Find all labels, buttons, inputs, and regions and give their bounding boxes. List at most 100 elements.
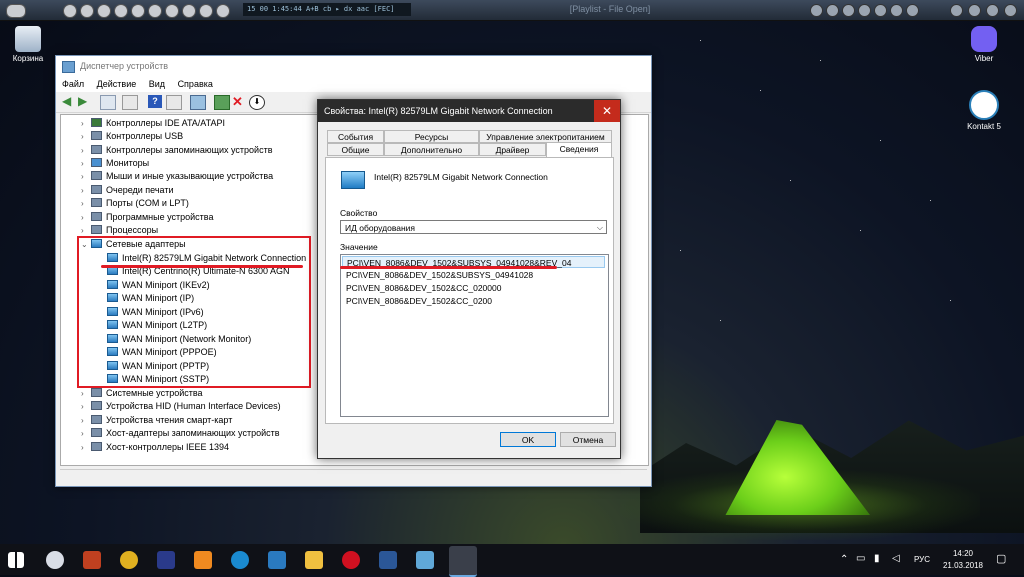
scan-hardware-icon[interactable] — [190, 95, 206, 110]
property-select[interactable]: ИД оборудования ⌵ — [340, 220, 607, 234]
power-icon[interactable]: ▮ — [874, 553, 880, 564]
dialog-titlebar[interactable]: Свойства: Intel(R) 82579LM Gigabit Netwo… — [318, 100, 620, 122]
pause-icon[interactable] — [858, 4, 871, 17]
taskbar-app-icon[interactable] — [231, 551, 249, 569]
value-list[interactable]: PCI\VEN_8086&DEV_1502&SUBSYS_04941028&RE… — [340, 254, 609, 417]
properties-icon[interactable] — [122, 95, 138, 110]
word-icon[interactable] — [379, 551, 397, 569]
taskbar-app-icon[interactable] — [157, 551, 175, 569]
tree-category-item[interactable]: › Системные устройства — [81, 387, 203, 400]
cancel-button[interactable]: Отмена — [560, 432, 616, 447]
device-manager-taskbar-button[interactable] — [449, 546, 477, 577]
chevron-right-icon[interactable]: › — [81, 117, 91, 130]
clock-time[interactable]: 14:20 — [946, 549, 980, 558]
tray-arrow-icon[interactable]: ⌃ — [840, 554, 848, 565]
list-item[interactable]: PCI\VEN_8086&DEV_1502&CC_020000 — [342, 282, 605, 294]
notifications-icon[interactable]: ▢ — [996, 552, 1006, 565]
chevron-right-icon[interactable]: › — [81, 387, 91, 400]
help-icon[interactable]: ? — [148, 95, 162, 108]
chevron-right-icon[interactable]: › — [81, 211, 91, 224]
list-item[interactable]: PCI\VEN_8086&DEV_1502&SUBSYS_04941028 — [342, 269, 605, 281]
clock-date[interactable]: 21.03.2018 — [938, 561, 988, 570]
tree-category-item[interactable]: › Устройства HID (Human Interface Devices… — [81, 400, 281, 413]
network-icon[interactable]: ▭ — [856, 553, 865, 564]
tab-resources[interactable]: Ресурсы — [384, 130, 479, 143]
update-driver-icon[interactable] — [214, 95, 230, 110]
tab-details[interactable]: Сведения — [546, 142, 612, 157]
player-button[interactable] — [63, 4, 77, 18]
desktop-icon-viber[interactable]: Viber — [956, 26, 1012, 63]
language-indicator[interactable]: РУС — [914, 555, 930, 564]
taskbar-app-icon[interactable] — [268, 551, 286, 569]
view-icon[interactable] — [166, 95, 182, 110]
player-button[interactable] — [148, 4, 162, 18]
show-hide-tree-icon[interactable] — [100, 95, 116, 110]
close-icon[interactable] — [986, 4, 999, 17]
tab-driver[interactable]: Драйвер — [479, 143, 546, 156]
back-icon[interactable]: ◀ — [62, 95, 76, 108]
tree-category-item[interactable]: › Контроллеры USB — [81, 130, 183, 143]
taskbar-app-icon[interactable] — [46, 551, 64, 569]
player-button[interactable] — [182, 4, 196, 18]
player-button[interactable] — [97, 4, 111, 18]
tab-advanced[interactable]: Дополнительно — [384, 143, 479, 156]
desktop-icon-kontakt[interactable]: Kontakt 5 — [956, 90, 1012, 131]
minimize-icon[interactable] — [968, 4, 981, 17]
taskbar-app-icon[interactable] — [194, 551, 212, 569]
player-button[interactable] — [80, 4, 94, 18]
tab-general[interactable]: Общие — [327, 143, 384, 156]
player-button[interactable] — [165, 4, 179, 18]
file-explorer-icon[interactable] — [305, 551, 323, 569]
rewind-icon[interactable] — [826, 4, 839, 17]
chevron-right-icon[interactable]: › — [81, 427, 91, 440]
player-button[interactable] — [131, 4, 145, 18]
prev-icon[interactable] — [810, 4, 823, 17]
player-logo-icon[interactable] — [6, 4, 26, 18]
tree-category-item[interactable]: › Мыши и иные указывающие устройства — [81, 170, 273, 183]
tree-category-item[interactable]: › Порты (COM и LPT) — [81, 197, 189, 210]
chevron-right-icon[interactable]: › — [81, 184, 91, 197]
menu-view[interactable]: Вид — [149, 79, 165, 89]
menu-action[interactable]: Действие — [97, 79, 137, 89]
uninstall-icon[interactable]: ✕ — [232, 95, 246, 108]
close-button[interactable]: ✕ — [594, 100, 620, 122]
player-button[interactable] — [199, 4, 213, 18]
chevron-right-icon[interactable]: › — [81, 170, 91, 183]
menu-icon[interactable] — [1004, 4, 1017, 17]
start-icon[interactable] — [8, 552, 24, 568]
opera-icon[interactable] — [342, 551, 360, 569]
chevron-right-icon[interactable]: › — [81, 400, 91, 413]
player-button[interactable] — [114, 4, 128, 18]
tree-category-item[interactable]: › Хост-контроллеры IEEE 1394 — [81, 441, 229, 454]
taskbar-app-icon[interactable] — [120, 551, 138, 569]
play-icon[interactable] — [842, 4, 855, 17]
chevron-right-icon[interactable]: › — [81, 157, 91, 170]
tree-category-item[interactable]: › Программные устройства — [81, 211, 213, 224]
chevron-right-icon[interactable]: › — [81, 441, 91, 454]
taskbar-app-icon[interactable] — [416, 551, 434, 569]
menu-help[interactable]: Справка — [178, 79, 213, 89]
forward-icon[interactable]: ▶ — [78, 95, 92, 108]
next-icon[interactable] — [906, 4, 919, 17]
stop-icon[interactable] — [874, 4, 887, 17]
volume-icon[interactable] — [950, 4, 963, 17]
forward-icon[interactable] — [890, 4, 903, 17]
chevron-right-icon[interactable]: › — [81, 197, 91, 210]
volume-icon[interactable]: ◁ — [892, 553, 900, 564]
tree-category-item[interactable]: › Мониторы — [81, 157, 149, 170]
tree-category-item[interactable]: › Очереди печати — [81, 184, 174, 197]
chevron-right-icon[interactable]: › — [81, 130, 91, 143]
disable-device-icon[interactable]: ⬇ — [249, 95, 265, 110]
ok-button[interactable]: OK — [500, 432, 556, 447]
tree-category-item[interactable]: › Контроллеры запоминающих устройств — [81, 144, 272, 157]
tree-category-item[interactable]: › Контроллеры IDE ATA/ATAPI — [81, 117, 225, 130]
menu-file[interactable]: Файл — [62, 79, 84, 89]
desktop-icon-recycle-bin[interactable]: Корзина — [0, 26, 56, 63]
tree-category-item[interactable]: › Хост-адаптеры запоминающих устройств — [81, 427, 280, 440]
taskbar-app-icon[interactable] — [83, 551, 101, 569]
window-titlebar[interactable]: Диспетчер устройств — [56, 56, 651, 76]
player-button[interactable] — [216, 4, 230, 18]
chevron-right-icon[interactable]: › — [81, 144, 91, 157]
tab-events[interactable]: События — [327, 130, 384, 143]
tree-category-item[interactable]: › Устройства чтения смарт-карт — [81, 414, 232, 427]
